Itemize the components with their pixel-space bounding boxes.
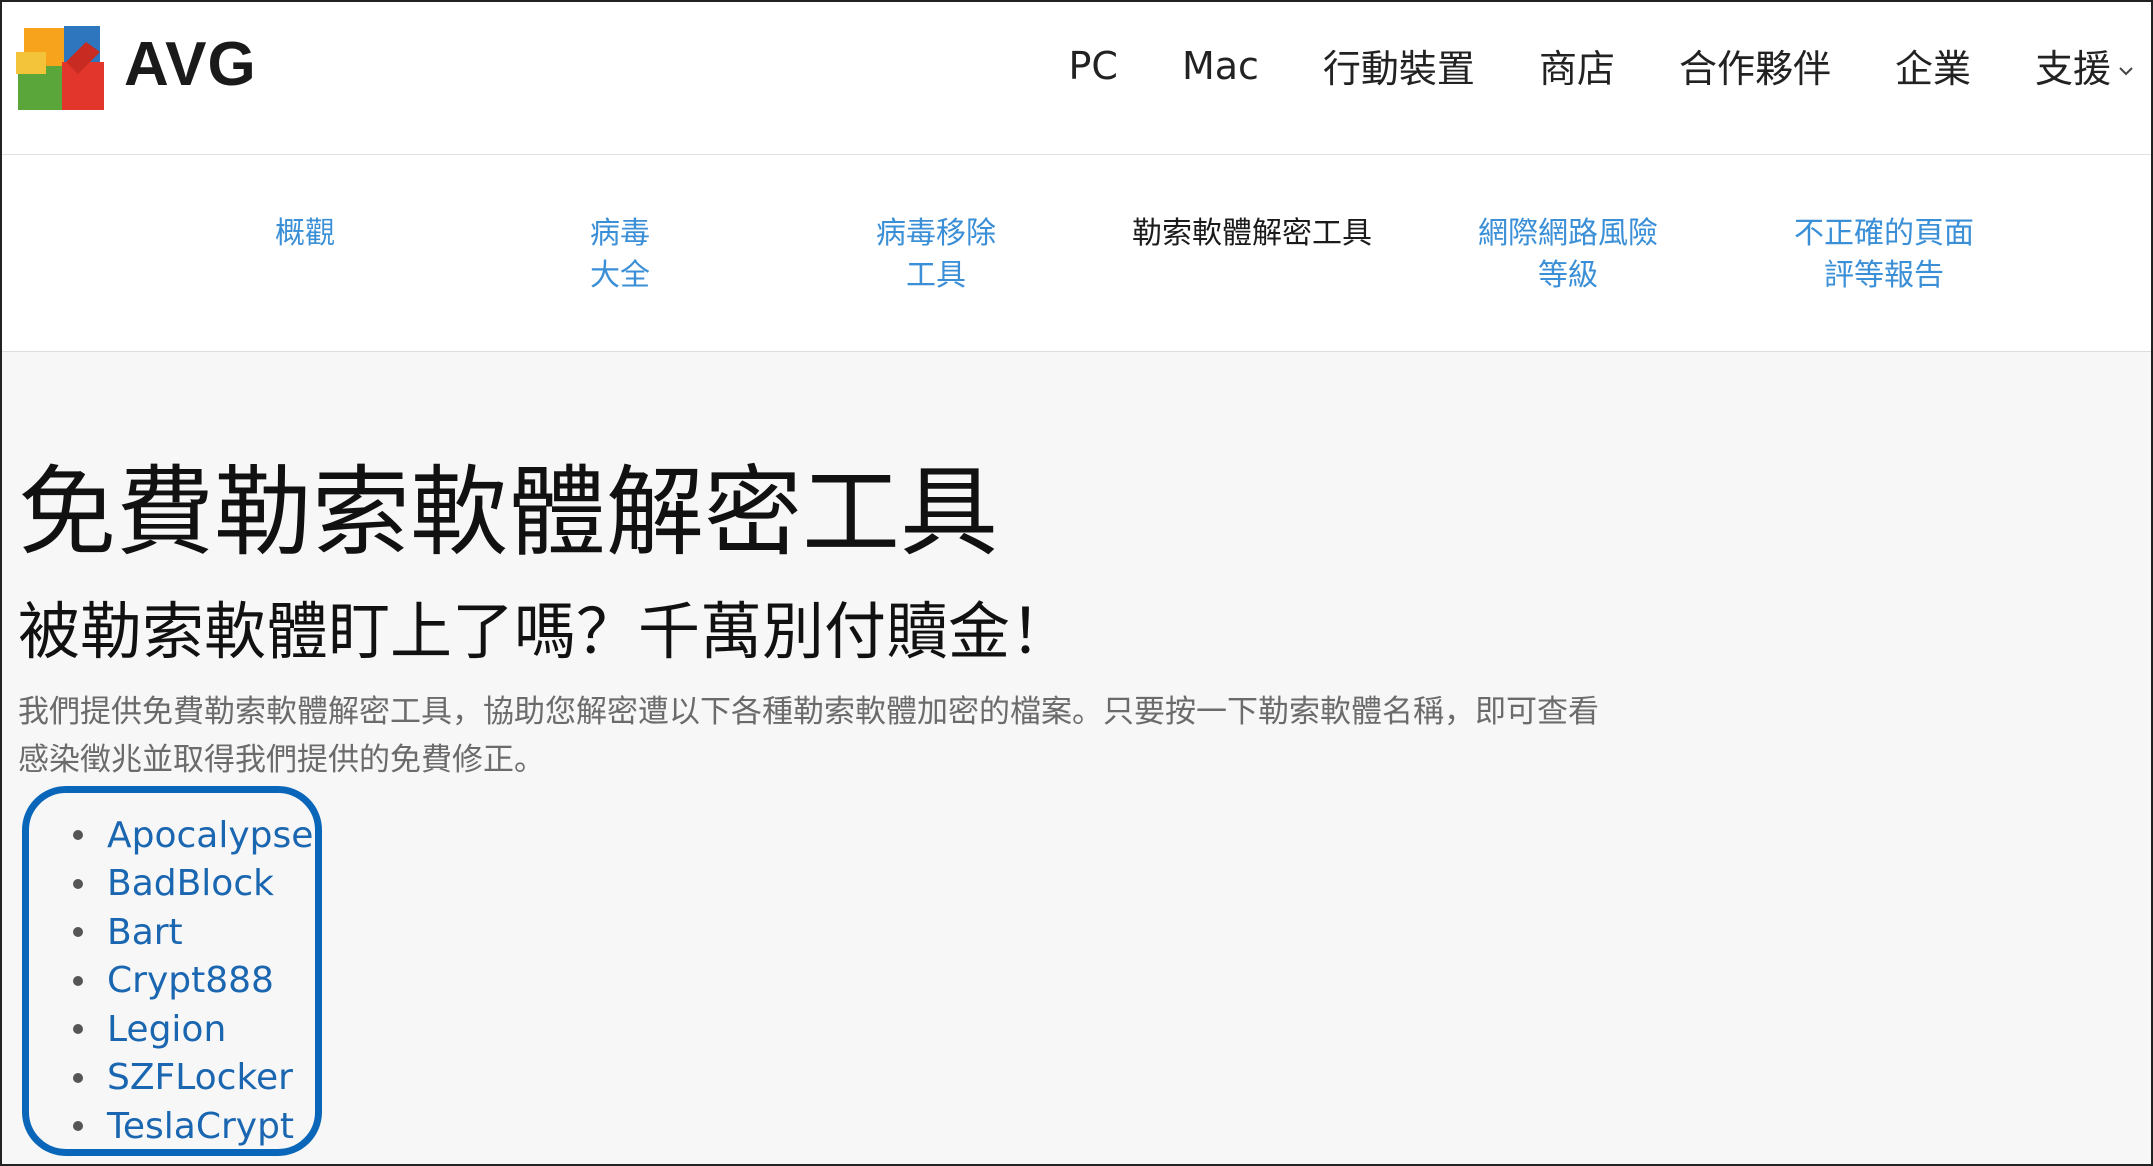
ransomware-link-teslacrypt[interactable]: TeslaCrypt: [107, 1106, 294, 1147]
nav-partners[interactable]: 合作夥伴: [1679, 38, 1831, 93]
list-item: SZFLocker: [73, 1054, 315, 1103]
subnav-virus-encyclopedia[interactable]: 病毒 大全: [460, 213, 780, 297]
list-item: BadBlock: [73, 860, 315, 909]
nav-business[interactable]: 企業: [1895, 38, 1971, 93]
list-item: TeslaCrypt: [73, 1102, 315, 1151]
list-item: Apocalypse: [73, 811, 315, 860]
bullet-icon: [73, 927, 83, 938]
ransomware-list: Apocalypse BadBlock Bart Crypt888 Legion…: [29, 793, 315, 1151]
subnav-overview[interactable]: 概觀: [145, 213, 465, 255]
subnav-incorrect-rating-report[interactable]: 不正確的頁面 評等報告: [1724, 213, 2044, 297]
subnav-virus-removal-tools[interactable]: 病毒移除 工具: [776, 213, 1096, 297]
nav-mac[interactable]: Mac: [1182, 44, 1259, 88]
logo-wordmark: AVG: [124, 29, 257, 99]
list-item: Crypt888: [73, 957, 315, 1006]
sub-nav: 概觀 病毒 大全 病毒移除 工具 勒索軟體解密工具 網際網路風險 等級 不正確的…: [2, 155, 2151, 352]
nav-support[interactable]: 支援: [2035, 38, 2137, 93]
ransomware-link-badblock[interactable]: BadBlock: [107, 863, 274, 904]
ransomware-list-highlight: Apocalypse BadBlock Bart Crypt888 Legion…: [22, 786, 322, 1156]
ransomware-link-szflocker[interactable]: SZFLocker: [107, 1057, 293, 1098]
ransomware-link-apocalypse[interactable]: Apocalypse: [107, 815, 313, 856]
chevron-down-icon: [2119, 66, 2133, 75]
bullet-icon: [73, 830, 83, 841]
bullet-icon: [73, 878, 83, 889]
nav-mobile[interactable]: 行動裝置: [1323, 38, 1475, 93]
list-item: Bart: [73, 908, 315, 957]
browser-frame: AVG PC Mac 行動裝置 商店 合作夥伴 企業 支援 概觀 病毒 大全 病…: [0, 0, 2153, 1166]
intro-paragraph: 我們提供免費勒索軟體解密工具，協助您解密遭以下各種勒索軟體加密的檔案。只要按一下…: [18, 694, 1599, 778]
top-header: AVG PC Mac 行動裝置 商店 合作夥伴 企業 支援: [2, 2, 2151, 155]
avg-logo[interactable]: AVG: [16, 22, 257, 114]
nav-store[interactable]: 商店: [1539, 38, 1615, 93]
page-subtitle: 被勒索軟體盯上了嗎？千萬別付贖金！: [18, 595, 1073, 668]
nav-support-label: 支援: [2034, 47, 2111, 91]
main-nav: PC Mac 行動裝置 商店 合作夥伴 企業 支援: [1005, 38, 2138, 93]
avg-logo-icon: [16, 26, 104, 110]
subnav-internet-risk-level[interactable]: 網際網路風險 等級: [1408, 213, 1728, 297]
list-item: Legion: [73, 1005, 315, 1054]
ransomware-link-crypt888[interactable]: Crypt888: [107, 960, 274, 1001]
ransomware-link-bart[interactable]: Bart: [107, 912, 183, 953]
ransomware-link-legion[interactable]: Legion: [107, 1009, 226, 1050]
nav-pc[interactable]: PC: [1069, 44, 1118, 88]
bullet-icon: [73, 1072, 83, 1083]
subnav-ransomware-decryption[interactable]: 勒索軟體解密工具: [1092, 213, 1412, 255]
bullet-icon: [73, 975, 83, 986]
page-title: 免費勒索軟體解密工具: [18, 456, 999, 570]
bullet-icon: [73, 1121, 83, 1132]
bullet-icon: [73, 1024, 83, 1035]
